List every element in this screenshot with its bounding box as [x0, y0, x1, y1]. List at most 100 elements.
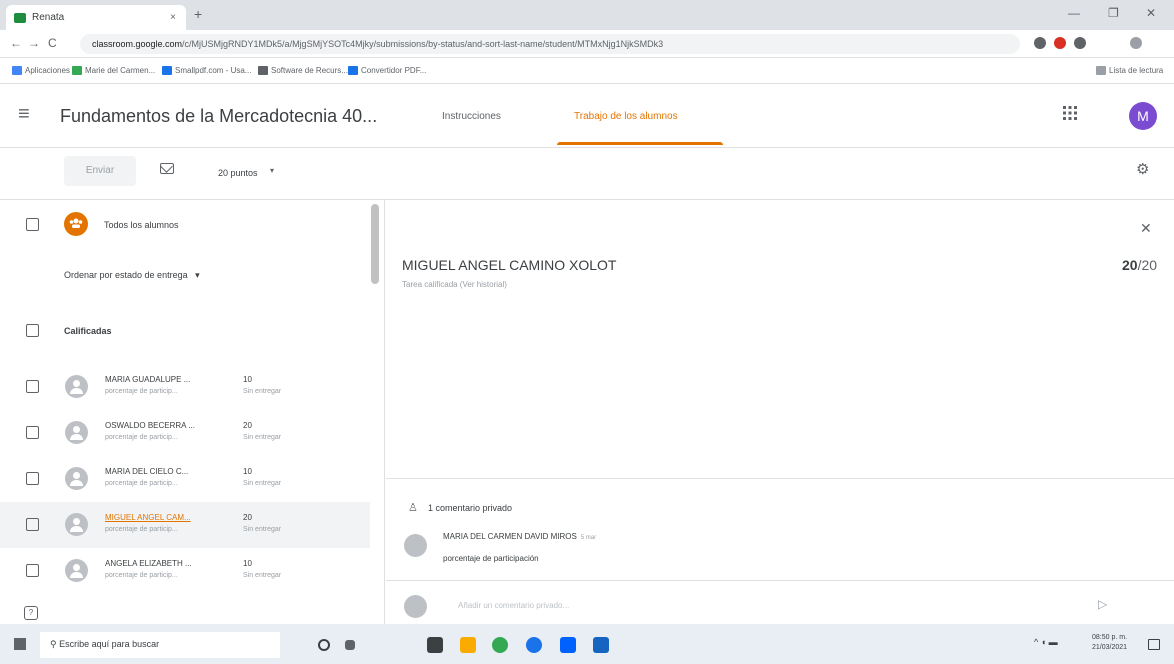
- student-row[interactable]: MARIA GUADALUPE ... porcentaje de partic…: [0, 364, 370, 410]
- student-comment-preview: porcentaje de particip...: [105, 572, 178, 579]
- task-view-icon[interactable]: [345, 640, 355, 650]
- comment-count: 1 comentario privado: [428, 503, 513, 513]
- app-icon[interactable]: [593, 637, 609, 653]
- grade-value: 20: [1122, 257, 1138, 273]
- points-select[interactable]: 20 puntos: [218, 168, 258, 178]
- maximize-button[interactable]: ❐: [1108, 6, 1119, 20]
- help-icon[interactable]: ?: [24, 606, 38, 620]
- private-comment-input[interactable]: Añadir un comentario privado...: [444, 591, 1074, 619]
- grade-total: /20: [1137, 257, 1158, 273]
- student-checkbox[interactable]: [26, 426, 39, 439]
- email-icon[interactable]: [160, 163, 174, 174]
- tab-title: Renata: [32, 12, 65, 23]
- settings-gear-icon[interactable]: ⚙: [1136, 160, 1149, 178]
- student-status: Sin entregar: [243, 480, 282, 487]
- student-status: Sin entregar: [243, 434, 282, 441]
- edge-icon[interactable]: [526, 637, 542, 653]
- comment-time: 5 mar: [580, 535, 597, 541]
- classroom-header: ≡ Fundamentos de la Mercadotecnia 40... …: [0, 84, 1174, 148]
- list-scrollbar[interactable]: [371, 204, 379, 284]
- chevron-down-icon: ▾: [195, 270, 200, 280]
- notifications-icon[interactable]: [1148, 639, 1160, 650]
- puzzle-extensions-icon[interactable]: [1074, 37, 1086, 49]
- student-name: MARIA GUADALUPE ...: [105, 375, 191, 384]
- submission-status-link[interactable]: Tarea calificada (Ver historial): [402, 280, 507, 289]
- student-list-panel: Todos los alumnos Ordenar por estado de …: [0, 200, 385, 624]
- grading-toolbar: Enviar 20 puntos ▾ ⚙: [0, 148, 1174, 200]
- student-checkbox[interactable]: [26, 472, 39, 485]
- url-input[interactable]: classroom.google.com/c/MjUSMjgRNDY1MDk5/…: [80, 34, 1020, 54]
- section-header-graded: Calificadas: [64, 326, 112, 336]
- student-row[interactable]: MARIA DEL CIELO C... porcentaje de parti…: [0, 456, 370, 502]
- windows-start-icon[interactable]: [14, 638, 26, 650]
- student-status: Sin entregar: [243, 388, 282, 395]
- user-avatar: [404, 595, 427, 618]
- cortana-icon[interactable]: [318, 639, 330, 651]
- comment-input-row: Añadir un comentario privado... ▷: [386, 580, 1174, 628]
- sort-label: Ordenar por estado de entrega: [64, 270, 188, 280]
- reading-list[interactable]: Lista de lectura: [1096, 66, 1163, 75]
- student-row[interactable]: ANGELA ELIZABETH ... porcentaje de parti…: [0, 548, 370, 594]
- student-comment-preview: porcentaje de particip...: [105, 434, 178, 441]
- forward-button[interactable]: →: [28, 36, 40, 50]
- bookmark-apps[interactable]: Aplicaciones: [12, 66, 70, 75]
- bookmark-item[interactable]: Software de Recurs...: [258, 66, 348, 75]
- commenter-avatar: [404, 534, 427, 557]
- file-explorer-icon[interactable]: [460, 637, 476, 653]
- profile-icon[interactable]: [1130, 37, 1142, 49]
- student-checkbox[interactable]: [26, 518, 39, 531]
- taskbar-clock[interactable]: 08:50 p. m. 21/03/2021: [1092, 633, 1127, 653]
- student-avatar: [65, 559, 88, 582]
- student-avatar: [65, 421, 88, 444]
- tab-instructions[interactable]: Instrucciones: [442, 111, 501, 122]
- tab-student-work[interactable]: Trabajo de los alumnos: [574, 111, 678, 122]
- bookmark-icon: [258, 66, 268, 75]
- student-checkbox[interactable]: [26, 564, 39, 577]
- student-grade[interactable]: 10: [243, 467, 252, 476]
- sort-dropdown[interactable]: Ordenar por estado de entrega ▾: [64, 270, 200, 281]
- send-button[interactable]: Enviar: [64, 156, 136, 186]
- group-icon: [64, 212, 88, 236]
- bookmark-item[interactable]: Smallpdf.com - Usa...: [162, 66, 251, 75]
- chrome-icon[interactable]: [492, 637, 508, 653]
- tab-close-icon[interactable]: ×: [170, 12, 176, 23]
- reading-list-icon: [1096, 66, 1106, 75]
- send-icon[interactable]: ▷: [1098, 597, 1107, 611]
- student-checkbox[interactable]: [26, 380, 39, 393]
- classroom-favicon-icon: [14, 12, 26, 23]
- student-status: Sin entregar: [243, 526, 282, 533]
- student-grade[interactable]: 20: [243, 421, 252, 430]
- dropbox-icon[interactable]: [560, 637, 576, 653]
- student-row-selected[interactable]: MIGUEL ANGEL CAM... porcentaje de partic…: [0, 502, 370, 548]
- grade-display[interactable]: 20/20: [1122, 257, 1157, 273]
- bookmark-item[interactable]: Convertidor PDF...: [348, 66, 426, 75]
- browser-tab[interactable]: Renata ×: [6, 5, 186, 30]
- reload-button[interactable]: C: [48, 36, 57, 50]
- close-icon[interactable]: ✕: [1140, 220, 1152, 237]
- section-checkbox[interactable]: [26, 324, 39, 337]
- minimize-button[interactable]: —: [1068, 6, 1080, 20]
- menu-icon[interactable]: ≡: [18, 104, 30, 124]
- url-host: classroom.google.com: [92, 39, 183, 49]
- student-grade[interactable]: 20: [243, 513, 252, 522]
- all-students-label[interactable]: Todos los alumnos: [104, 220, 179, 230]
- system-tray[interactable]: ^ ◖ ▬: [1034, 637, 1058, 647]
- extension-icon[interactable]: [1034, 37, 1046, 49]
- taskbar-search-input[interactable]: ⚲ Escribe aquí para buscar: [40, 632, 280, 658]
- apps-grid-icon[interactable]: [1063, 106, 1077, 125]
- pinterest-extension-icon[interactable]: [1054, 37, 1066, 49]
- student-grade[interactable]: 10: [243, 559, 252, 568]
- back-button[interactable]: ←: [10, 36, 22, 50]
- student-grade[interactable]: 10: [243, 375, 252, 384]
- bookmarks-bar: Aplicaciones Marie del Carmen... Smallpd…: [0, 58, 1174, 84]
- store-icon[interactable]: [427, 637, 443, 653]
- account-avatar[interactable]: M: [1129, 102, 1157, 130]
- new-tab-button[interactable]: +: [194, 6, 202, 22]
- student-row[interactable]: OSWALDO BECERRA ... porcentaje de partic…: [0, 410, 370, 456]
- person-icon: ♙: [408, 502, 418, 514]
- chevron-down-icon[interactable]: ▾: [270, 166, 274, 175]
- select-all-checkbox[interactable]: [26, 218, 39, 231]
- bookmark-item[interactable]: Marie del Carmen...: [72, 66, 155, 75]
- class-title[interactable]: Fundamentos de la Mercadotecnia 40...: [60, 106, 377, 127]
- window-close-button[interactable]: ✕: [1146, 6, 1156, 20]
